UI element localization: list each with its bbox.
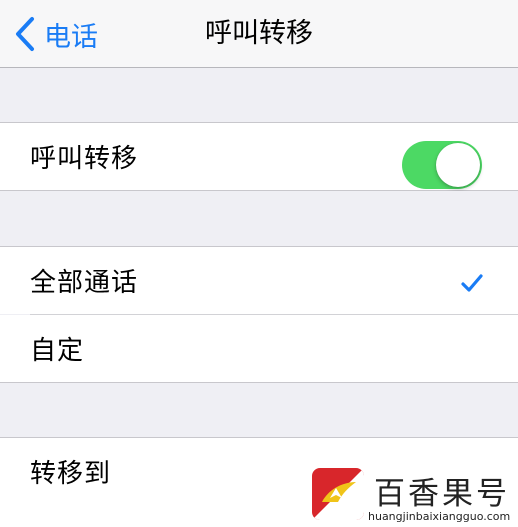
watermark-url: huangjinbaixiangguo.com [368, 510, 511, 523]
watermark-brand: 百香果号 [374, 476, 510, 512]
call-forwarding-toggle[interactable] [402, 141, 482, 189]
forward-to-label: 转移到 [30, 459, 112, 489]
watermark: 百香果号 huangjinbaixiangguo.com [308, 466, 518, 527]
option-custom-label: 自定 [30, 336, 85, 366]
section-spacer [0, 191, 518, 246]
back-button-label: 电话 [44, 21, 98, 53]
navigation-bar: 电话 呼叫转移 [0, 0, 518, 68]
option-custom[interactable]: 自定 [0, 315, 518, 383]
chevron-left-icon [14, 16, 36, 52]
call-forwarding-row: 呼叫转移 [0, 122, 518, 191]
back-button[interactable]: 电话 [14, 14, 98, 54]
call-forwarding-label: 呼叫转移 [30, 144, 139, 174]
option-all-calls[interactable]: 全部通话 [0, 246, 518, 314]
toggle-knob [436, 143, 480, 187]
option-all-calls-label: 全部通话 [30, 268, 139, 298]
section-spacer [0, 68, 518, 122]
section-spacer [0, 383, 518, 437]
brand-logo [312, 468, 364, 520]
